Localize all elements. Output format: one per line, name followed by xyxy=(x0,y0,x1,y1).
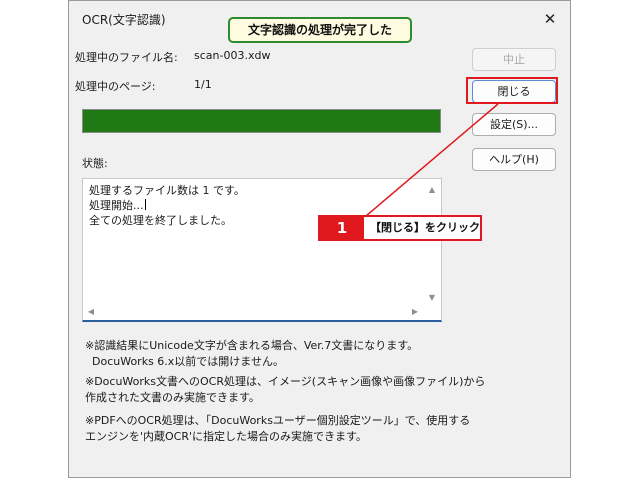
stop-button[interactable]: 中止 xyxy=(472,48,556,71)
scroll-left-icon[interactable]: ◀ xyxy=(85,307,97,316)
note-docuworks-ocr: ※DocuWorks文書へのOCR処理は、イメージ(スキャン画像や画像ファイル)… xyxy=(85,375,486,404)
step-callout: 1 【閉じる】をクリック xyxy=(318,215,482,241)
help-button[interactable]: ヘルプ(H) xyxy=(472,148,556,171)
scroll-down-icon[interactable]: ▼ xyxy=(426,293,438,302)
note-unicode: ※認識結果にUnicode文字が含まれる場合、Ver.7文書になります。 Doc… xyxy=(85,339,419,368)
status-label: 状態: xyxy=(82,157,108,170)
scroll-up-icon[interactable]: ▲ xyxy=(426,185,438,194)
status-log[interactable]: 処理するファイル数は 1 です。 処理開始... 全ての処理を終了しました。 ▲… xyxy=(82,178,442,322)
step-number-badge: 1 xyxy=(320,217,364,239)
dialog-title: OCR(文字認識) xyxy=(82,13,166,27)
close-button-highlight xyxy=(466,77,558,104)
file-name-value: scan-003.xdw xyxy=(194,49,271,62)
note-pdf-ocr: ※PDFへのOCR処理は、「DocuWorksユーザー個別設定ツール」で、使用す… xyxy=(85,414,471,443)
scroll-right-icon[interactable]: ▶ xyxy=(409,307,421,316)
close-icon[interactable]: ✕ xyxy=(540,9,560,29)
text-cursor xyxy=(144,199,146,210)
page-label: 処理中のページ: xyxy=(75,80,156,93)
status-line: 処理するファイル数は 1 です。 xyxy=(89,184,245,197)
status-line: 全ての処理を終了しました。 xyxy=(89,214,232,227)
settings-button[interactable]: 設定(S)... xyxy=(472,113,556,136)
progress-bar xyxy=(82,109,441,133)
status-line: 処理開始... xyxy=(89,199,146,212)
page-value: 1/1 xyxy=(194,78,212,91)
file-name-label: 処理中のファイル名: xyxy=(75,51,178,64)
step-instruction: 【閉じる】をクリック xyxy=(370,221,480,234)
completion-callout: 文字認識の処理が完了した xyxy=(228,17,412,43)
